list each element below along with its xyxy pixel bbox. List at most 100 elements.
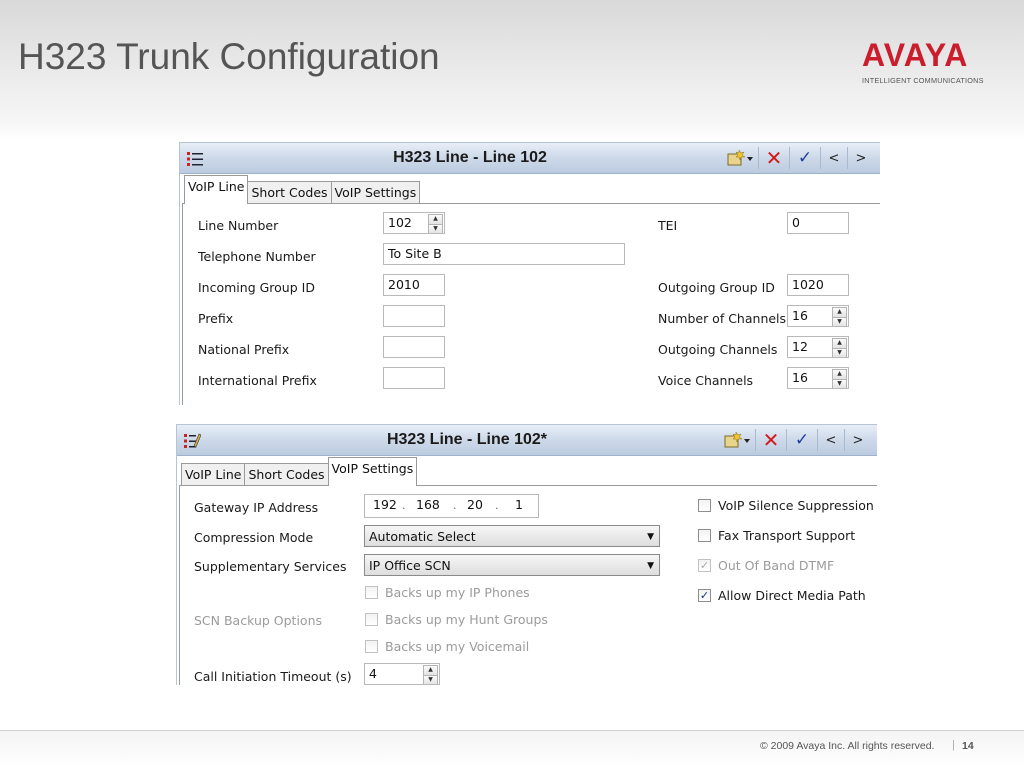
compression-mode-label: Compression Mode (194, 530, 314, 545)
window-titlebar: H323 Line - Line 102* ✕ ✓ < > (177, 425, 877, 456)
footer-separator: | (952, 739, 955, 751)
ip-dot: . (402, 499, 406, 512)
international-prefix-label: International Prefix (198, 373, 317, 388)
tab-voip-settings[interactable]: VoIP Settings (330, 181, 421, 204)
backup-hunt-groups-checkbox[interactable] (365, 613, 378, 626)
backup-hunt-groups-label: Backs up my Hunt Groups (385, 612, 548, 627)
allow-direct-media-path-checkbox[interactable]: ✓ (698, 589, 711, 602)
number-of-channels-label: Number of Channels (658, 311, 787, 326)
supplementary-services-label: Supplementary Services (194, 559, 347, 574)
supplementary-services-select[interactable]: IP Office SCN ▼ (364, 554, 660, 576)
previous-button[interactable]: < (817, 429, 844, 451)
ip-dot: . (495, 499, 499, 512)
outgoing-channels-value: 12 (792, 339, 808, 354)
tab-short-codes[interactable]: Short Codes (244, 463, 329, 486)
gateway-ip-field[interactable]: 192 . 168 . 20 . 1 (364, 494, 539, 518)
tab-voip-line[interactable]: VoIP Line (184, 175, 249, 204)
line-number-value: 102 (388, 215, 412, 230)
backup-ip-phones-label: Backs up my IP Phones (385, 585, 530, 600)
close-icon: ✕ (765, 146, 783, 170)
cancel-button[interactable]: ✕ (758, 146, 789, 170)
next-button[interactable]: > (847, 147, 874, 169)
call-initiation-timeout-label: Call Initiation Timeout (s) (194, 669, 352, 684)
incoming-group-id-field[interactable]: 2010 (383, 274, 445, 296)
tei-field[interactable]: 0 (787, 212, 849, 234)
telephone-number-field[interactable]: To Site B (383, 243, 625, 265)
footer-copyright: © 2009 Avaya Inc. All rights reserved. (760, 740, 935, 752)
dropdown-arrow-icon: ▼ (647, 561, 654, 571)
voip-silence-suppression-checkbox[interactable] (698, 499, 711, 512)
backup-voicemail-checkbox[interactable] (365, 640, 378, 653)
prefix-field[interactable] (383, 305, 445, 327)
backup-voicemail-label: Backs up my Voicemail (385, 639, 530, 654)
line-number-stepper[interactable]: ▲ ▼ (428, 214, 443, 233)
voip-silence-suppression-label: VoIP Silence Suppression (718, 498, 874, 513)
spin-down-icon[interactable]: ▼ (832, 378, 847, 388)
page-number: 14 (962, 740, 974, 752)
outgoing-channels-stepper[interactable]: ▲ ▼ (832, 338, 847, 357)
spin-down-icon[interactable]: ▼ (832, 316, 847, 326)
next-button[interactable]: > (844, 429, 871, 451)
tab-strip: VoIP Line Short Codes VoIP Settings (184, 175, 421, 204)
previous-button[interactable]: < (820, 147, 847, 169)
ok-button[interactable]: ✓ (789, 147, 820, 169)
call-initiation-timeout-field[interactable]: 4 ▲ ▼ (364, 663, 440, 685)
new-record-button[interactable] (719, 429, 755, 451)
ip-dot: . (453, 499, 457, 512)
new-record-icon (724, 431, 750, 448)
fax-transport-support-checkbox[interactable] (698, 529, 711, 542)
voice-channels-label: Voice Channels (658, 373, 754, 388)
compression-mode-select[interactable]: Automatic Select ▼ (364, 525, 660, 547)
scn-backup-options-label: SCN Backup Options (194, 613, 323, 628)
national-prefix-field[interactable] (383, 336, 445, 358)
new-record-button[interactable] (722, 147, 758, 169)
out-of-band-dtmf-checkbox[interactable]: ✓ (698, 559, 711, 572)
compression-mode-value: Automatic Select (369, 529, 476, 544)
tei-label: TEI (658, 218, 678, 233)
ip-octet-3: 20 (467, 497, 483, 512)
national-prefix-label: National Prefix (198, 342, 290, 357)
number-of-channels-value: 16 (792, 308, 808, 323)
spin-down-icon[interactable]: ▼ (832, 347, 847, 357)
allow-direct-media-path-label: Allow Direct Media Path (718, 588, 866, 603)
line-number-field[interactable]: 102 ▲ ▼ (383, 212, 445, 234)
window-titlebar: H323 Line - Line 102 ✕ ✓ < > (180, 143, 880, 174)
voice-channels-value: 16 (792, 370, 808, 385)
tab-short-codes[interactable]: Short Codes (247, 181, 332, 204)
avaya-logo: AVAYA INTELLIGENT COMMUNICATIONS (862, 38, 984, 92)
ok-button[interactable]: ✓ (786, 429, 817, 451)
window-toolbar: ✕ ✓ < > (719, 428, 871, 452)
spin-down-icon[interactable]: ▼ (423, 674, 438, 684)
h323-line-panel-voip-line: H323 Line - Line 102 ✕ ✓ < > VoIP Line S… (179, 142, 880, 405)
voice-channels-stepper[interactable]: ▲ ▼ (832, 369, 847, 388)
cancel-button[interactable]: ✕ (755, 428, 786, 452)
new-record-icon (727, 149, 753, 166)
ip-octet-2: 168 (416, 497, 440, 512)
outgoing-channels-field[interactable]: 12 ▲ ▼ (787, 336, 849, 358)
checkmark-icon: ✓ (794, 430, 810, 450)
outgoing-channels-label: Outgoing Channels (658, 342, 778, 357)
international-prefix-field[interactable] (383, 367, 445, 389)
voice-channels-field[interactable]: 16 ▲ ▼ (787, 367, 849, 389)
window-toolbar: ✕ ✓ < > (722, 146, 874, 170)
outgoing-group-id-field[interactable]: 1020 (787, 274, 849, 296)
dropdown-arrow-icon: ▼ (647, 532, 654, 542)
tab-voip-settings[interactable]: VoIP Settings (327, 457, 418, 486)
tab-content: Gateway IP Address 192 . 168 . 20 . 1 Co… (179, 485, 877, 685)
incoming-group-id-label: Incoming Group ID (198, 280, 315, 295)
call-initiation-timeout-stepper[interactable]: ▲ ▼ (423, 665, 438, 684)
line-number-label: Line Number (198, 218, 279, 233)
outgoing-group-id-label: Outgoing Group ID (658, 280, 775, 295)
number-of-channels-stepper[interactable]: ▲ ▼ (832, 307, 847, 326)
ip-octet-4: 1 (515, 497, 523, 512)
backup-ip-phones-checkbox[interactable] (365, 586, 378, 599)
checkmark-icon: ✓ (797, 148, 813, 168)
number-of-channels-field[interactable]: 16 ▲ ▼ (787, 305, 849, 327)
close-icon: ✕ (762, 428, 780, 452)
tab-voip-line[interactable]: VoIP Line (181, 463, 246, 486)
spin-down-icon[interactable]: ▼ (428, 223, 443, 233)
out-of-band-dtmf-label: Out Of Band DTMF (718, 558, 835, 573)
tab-strip: VoIP Line Short Codes VoIP Settings (181, 457, 418, 486)
gateway-ip-label: Gateway IP Address (194, 500, 319, 515)
fax-transport-support-label: Fax Transport Support (718, 528, 856, 543)
